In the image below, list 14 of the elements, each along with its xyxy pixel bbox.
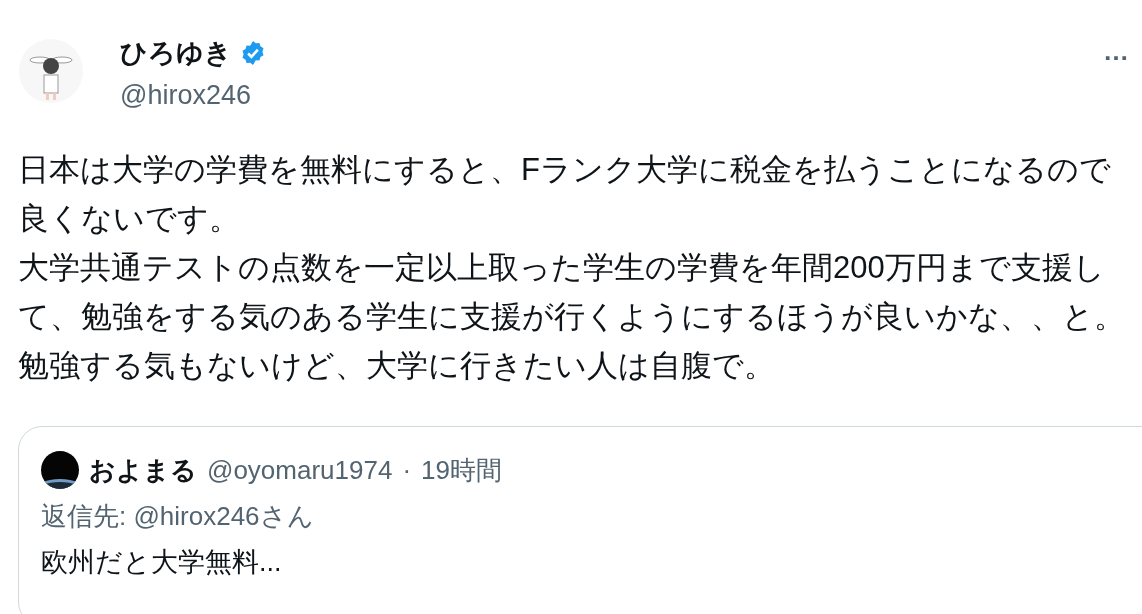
author-handle[interactable]: @hirox246 [120, 80, 266, 111]
quoted-tweet-text: 欧州だと大学無料... [41, 546, 283, 579]
timestamp[interactable]: 19時間 [421, 452, 502, 488]
author-name[interactable]: ひろゆき [120, 35, 232, 71]
more-button[interactable]: … [1097, 38, 1136, 64]
tweet-text: 大学共通テストの点数を一定以上取った学生の学費を年間200万円まで支援して、勉強をする気のある学生に支援が行くようにするほうが良いかな、、と。 [18, 249, 1126, 336]
avatar-icon [41, 451, 79, 489]
tweet-text: 日本は大学の学費を無料にすると、Fランク大学に税金を払うことになるので良くないです。 [18, 151, 1112, 238]
quoted-author-name[interactable]: およまる [89, 452, 197, 488]
reply-to-text: 返信先: @hirox246さん [41, 500, 315, 533]
separator-dot: · [402, 454, 412, 486]
quoted-author-handle[interactable]: @oyomaru1974 [207, 454, 393, 486]
tweet-text: 勉強する気もないけど、大学に行きたい人は自腹で。 [18, 347, 776, 385]
avatar-icon[interactable] [18, 38, 84, 104]
